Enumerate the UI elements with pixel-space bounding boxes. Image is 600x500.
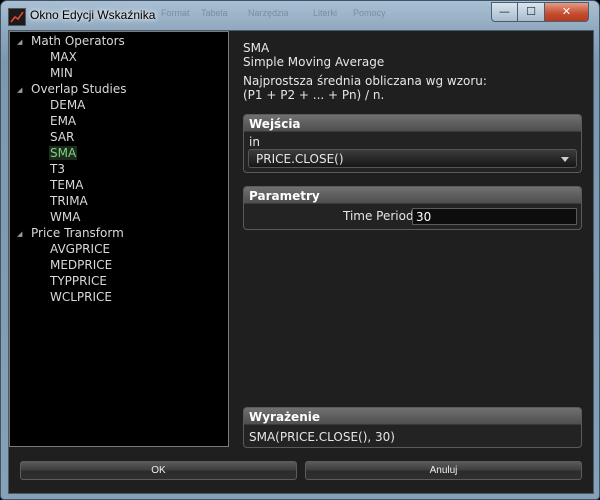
tree-item-dema[interactable]: DEMA xyxy=(50,98,85,112)
tree-item-t3[interactable]: T3 xyxy=(50,162,65,176)
indicator-code: SMA xyxy=(243,41,270,55)
tree-item-medprice[interactable]: MEDPRICE xyxy=(50,258,112,272)
tree-item-max[interactable]: MAX xyxy=(50,50,77,64)
time-period-label: Time Period: xyxy=(343,209,418,223)
tree-item-min[interactable]: MIN xyxy=(50,66,73,80)
expanded-triangle-icon[interactable]: ◢ xyxy=(17,86,22,94)
expression-header: Wyrażenie xyxy=(249,410,320,424)
tree-item-avgprice[interactable]: AVGPRICE xyxy=(50,242,110,256)
indicator-description: Najprostsza średnia obliczana wg wzoru: xyxy=(243,74,487,88)
tree-item-sar[interactable]: SAR xyxy=(50,130,74,144)
inputs-group: Wejścia in PRICE.CLOSE() xyxy=(243,114,582,173)
time-period-input[interactable]: 30 xyxy=(412,208,577,225)
indicator-tree[interactable]: ◢ Math Operators MAX MIN ◢ Overlap Studi… xyxy=(9,31,229,447)
tree-group-overlap-studies[interactable]: Overlap Studies xyxy=(31,82,127,96)
tree-item-trima[interactable]: TRIMA xyxy=(50,194,88,208)
indicator-editor-window: Okno Edycji Wskaźnika Format Tabela Narz… xyxy=(0,0,600,500)
expanded-triangle-icon[interactable]: ◢ xyxy=(17,38,22,46)
tree-item-ema[interactable]: EMA xyxy=(50,114,76,128)
expression-value: SMA(PRICE.CLOSE(), 30) xyxy=(249,430,395,444)
ok-button[interactable]: OK xyxy=(20,461,297,480)
tree-item-tema[interactable]: TEMA xyxy=(50,178,83,192)
input-in-value: PRICE.CLOSE() xyxy=(256,152,344,166)
tree-item-wclprice[interactable]: WCLPRICE xyxy=(50,290,112,304)
tree-item-typprice[interactable]: TYPPRICE xyxy=(50,274,107,288)
background-menu-item: Pomocy xyxy=(353,8,386,18)
input-in-label: in xyxy=(249,135,260,149)
input-in-dropdown[interactable]: PRICE.CLOSE() xyxy=(248,149,577,168)
maximize-button[interactable]: ☐ xyxy=(517,2,545,22)
time-period-value: 30 xyxy=(416,210,432,224)
background-menu-item: Tabela xyxy=(201,8,228,18)
tree-item-wma[interactable]: WMA xyxy=(50,210,80,224)
chevron-down-icon xyxy=(561,157,569,162)
background-menu-item: Narzędzia xyxy=(248,8,289,18)
background-menu-item: Literki xyxy=(313,8,338,18)
tree-item-sma-selected[interactable]: SMA xyxy=(49,146,78,160)
parameters-header: Parametry xyxy=(249,189,320,203)
background-menu-item: Format xyxy=(161,8,190,18)
indicator-formula: (P1 + P2 + ... + Pn) / n. xyxy=(243,88,385,102)
parameters-group: Parametry Time Period: 30 xyxy=(243,186,582,230)
tree-group-price-transform[interactable]: Price Transform xyxy=(31,226,124,240)
chart-app-icon xyxy=(8,8,26,26)
indicator-name: Simple Moving Average xyxy=(243,55,385,69)
window-title: Okno Edycji Wskaźnika xyxy=(30,8,156,22)
tree-group-math-operators[interactable]: Math Operators xyxy=(31,34,125,48)
expression-group: Wyrażenie SMA(PRICE.CLOSE(), 30) xyxy=(243,407,582,448)
inputs-header: Wejścia xyxy=(249,117,301,131)
minimize-button[interactable]: — xyxy=(491,2,518,22)
cancel-button[interactable]: Anuluj xyxy=(305,461,582,480)
expanded-triangle-icon[interactable]: ◢ xyxy=(17,230,22,238)
title-bar[interactable]: Okno Edycji Wskaźnika Format Tabela Narz… xyxy=(1,1,599,31)
close-button[interactable]: ✕ xyxy=(544,2,589,22)
